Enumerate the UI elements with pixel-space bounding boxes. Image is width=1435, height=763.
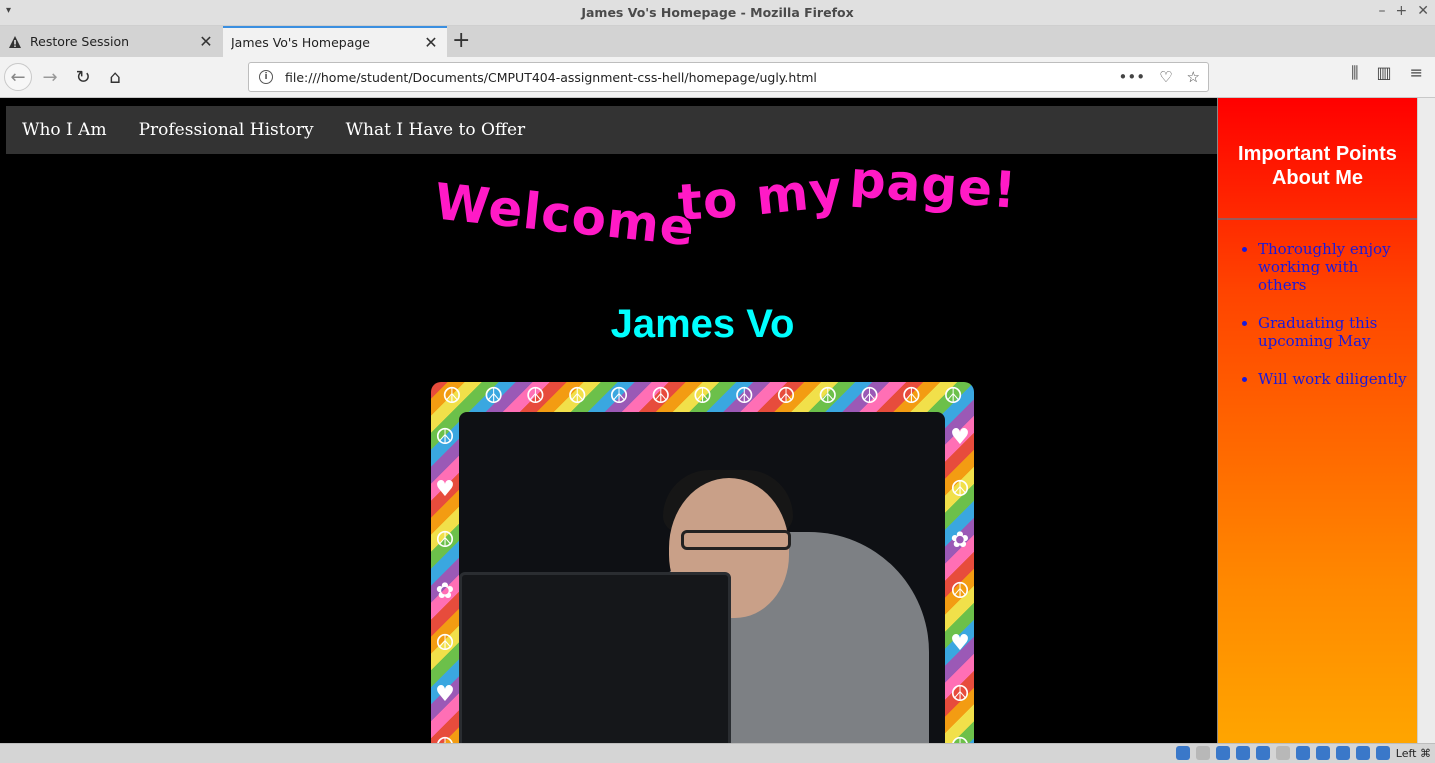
peace-pattern: ☮♥☮✿☮♥☮: [435, 425, 455, 743]
tray-icon[interactable]: [1355, 746, 1370, 760]
hamburger-menu-icon[interactable]: ≡: [1410, 63, 1423, 83]
forward-button[interactable]: →: [36, 63, 64, 91]
vertical-scrollbar[interactable]: [1417, 98, 1435, 743]
profile-photo: [459, 412, 945, 743]
tray-icon[interactable]: [1215, 746, 1230, 760]
url-text[interactable]: file:///home/student/Documents/CMPUT404-…: [285, 70, 1119, 85]
welcome-word: page!: [848, 150, 1019, 220]
tab-label: James Vo's Homepage: [231, 35, 370, 50]
nav-link-what-i-have-to-offer[interactable]: What I Have to Offer: [346, 120, 526, 140]
laptop: [459, 572, 731, 743]
tray-icon[interactable]: [1335, 746, 1350, 760]
close-tab-icon[interactable]: ✕: [421, 33, 441, 52]
profile-photo-frame: ☮☮☮☮☮☮☮☮☮☮☮☮☮ ☮♥☮✿☮♥☮ ♥☮✿☮♥☮☮: [431, 382, 974, 743]
tab-homepage[interactable]: James Vo's Homepage ✕: [223, 26, 447, 57]
tray-icon[interactable]: [1235, 746, 1250, 760]
system-tray: Left ⌘: [1175, 746, 1431, 760]
site-nav-bar: Who I Am Professional History What I Hav…: [6, 106, 1218, 154]
tab-strip: Restore Session ✕ James Vo's Homepage ✕ …: [0, 26, 1435, 57]
welcome-word: my: [753, 159, 846, 227]
minimize-button[interactable]: –: [1379, 3, 1386, 19]
keyboard-indicator: Left ⌘: [1395, 746, 1431, 760]
tray-icon[interactable]: [1315, 746, 1330, 760]
back-button[interactable]: ←: [4, 63, 32, 91]
page-title: James Vo: [610, 302, 795, 346]
tray-icon[interactable]: [1195, 746, 1210, 760]
library-icon[interactable]: ⫼: [1351, 63, 1358, 83]
list-item: Will work diligently: [1258, 370, 1409, 388]
web-page: Who I Am Professional History What I Hav…: [0, 98, 1417, 743]
close-tab-icon[interactable]: ✕: [196, 32, 216, 51]
window-title: James Vo's Homepage - Mozilla Firefox: [581, 5, 854, 20]
welcome-word: Welcome: [431, 172, 698, 258]
nav-link-professional-history[interactable]: Professional History: [139, 120, 314, 140]
info-icon[interactable]: i: [259, 70, 273, 84]
sidebar-title: Important Points About Me: [1218, 98, 1417, 220]
pocket-icon[interactable]: ♡: [1159, 68, 1172, 86]
sidebar-toggle-icon[interactable]: ▥: [1376, 63, 1391, 83]
download-icon[interactable]: [1375, 746, 1390, 760]
nav-toolbar: ← → ↻ ⌂ i file:///home/student/Documents…: [0, 57, 1435, 98]
window-titlebar: ▾ James Vo's Homepage - Mozilla Firefox …: [0, 0, 1435, 26]
tray-icon[interactable]: [1275, 746, 1290, 760]
new-tab-button[interactable]: +: [452, 28, 470, 53]
nav-link-who-i-am[interactable]: Who I Am: [22, 120, 107, 140]
welcome-word: to: [676, 169, 741, 233]
important-points-sidebar: Important Points About Me Thoroughly enj…: [1217, 98, 1417, 743]
list-item: Thoroughly enjoy working with others: [1258, 240, 1409, 294]
tray-icon[interactable]: [1255, 746, 1270, 760]
tab-restore-session[interactable]: Restore Session ✕: [0, 26, 222, 57]
tab-label: Restore Session: [30, 34, 130, 49]
url-bar[interactable]: i file:///home/student/Documents/CMPUT40…: [248, 62, 1209, 92]
peace-pattern: ♥☮✿☮♥☮☮: [950, 425, 970, 743]
warning-icon: [8, 35, 22, 49]
peace-pattern: ☮ ☮ ☮ ☮ ☮ ☮ ☮ ☮ ☮ ☮ ☮ ☮ ☮: [442, 383, 963, 409]
bookmark-star-icon[interactable]: ☆: [1187, 68, 1200, 86]
tray-icon[interactable]: [1295, 746, 1310, 760]
maximize-button[interactable]: +: [1396, 3, 1408, 19]
system-taskbar: Left ⌘: [0, 743, 1435, 763]
tray-icon[interactable]: [1175, 746, 1190, 760]
important-points-list: Thoroughly enjoy working with others Gra…: [1218, 240, 1417, 388]
home-button[interactable]: ⌂: [101, 63, 129, 91]
reload-button[interactable]: ↻: [69, 63, 97, 91]
close-window-button[interactable]: ✕: [1417, 3, 1429, 19]
welcome-heading: Welcome to my page!: [430, 150, 1019, 264]
list-item: Graduating this upcoming May: [1258, 314, 1409, 350]
page-actions-icon[interactable]: •••: [1119, 68, 1146, 86]
